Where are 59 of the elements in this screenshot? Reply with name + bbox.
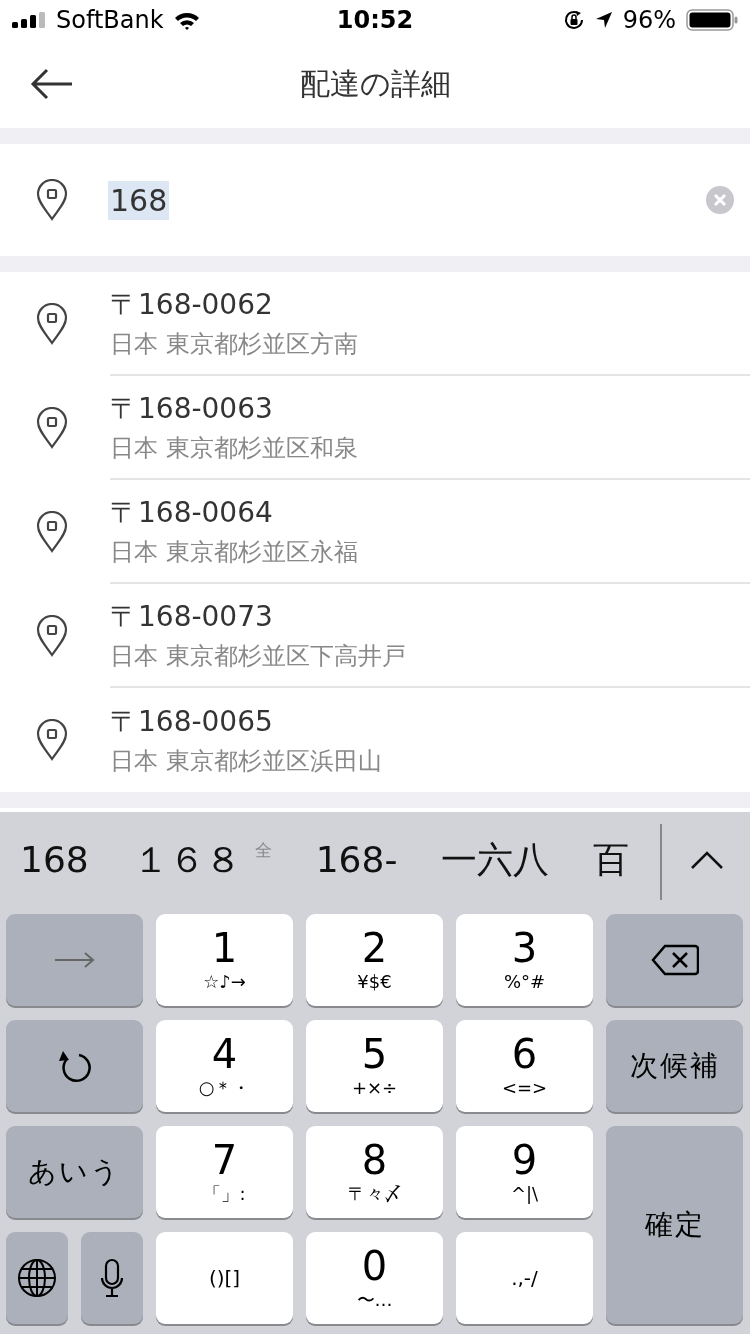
address-suggestion[interactable]: 〒168-0062 日本 東京都杉並区方南 <box>0 272 750 376</box>
location-pin-icon <box>36 303 68 345</box>
address-suggestion[interactable]: 〒168-0065 日本 東京都杉並区浜田山 <box>0 688 750 792</box>
address-suggestion[interactable]: 〒168-0073 日本 東京都杉並区下高井戸 <box>0 584 750 688</box>
digit-key[interactable]: 2 ¥$€ <box>306 914 443 1006</box>
address-text: 日本 東京都杉並区永福 <box>110 537 359 568</box>
address-suggestion[interactable]: 〒168-0064 日本 東京都杉並区永福 <box>0 480 750 584</box>
right-arrow-icon <box>52 950 97 970</box>
wifi-icon <box>173 10 200 30</box>
digit-key[interactable]: 7 「」: <box>156 1126 293 1218</box>
symbol-key[interactable]: ()[] <box>156 1232 293 1324</box>
symbol-key[interactable]: .,-/ <box>456 1232 593 1324</box>
candidate-word[interactable]: １６８ $^{全}$ <box>132 838 272 882</box>
digit-key[interactable]: 9 ^|\ <box>456 1126 593 1218</box>
function-key[interactable]: 次候補 <box>606 1020 743 1112</box>
chevron-up-icon[interactable] <box>690 850 724 870</box>
page-title: 配達の詳細 <box>299 64 451 103</box>
location-pin-icon <box>36 615 68 657</box>
postal-code: 〒168-0063 <box>110 391 274 427</box>
digit-key[interactable]: 1 ☆♪→ <box>156 914 293 1006</box>
location-pin-icon <box>36 719 68 761</box>
address-suggestion[interactable]: 〒168-0063 日本 東京都杉並区和泉 <box>0 376 750 480</box>
digit-key[interactable]: 5 +×÷ <box>306 1020 443 1112</box>
digit-key[interactable]: 8 〒々〆 <box>306 1126 443 1218</box>
candidate-word[interactable]: 168- <box>315 838 398 882</box>
address-text: 日本 東京都杉並区方南 <box>110 329 359 360</box>
backspace-icon <box>650 944 699 976</box>
signal-icon <box>12 12 46 28</box>
digit-key[interactable]: 3 %°# <box>456 914 593 1006</box>
location-pin-icon <box>36 511 68 553</box>
postal-code: 〒168-0064 <box>110 495 274 531</box>
candidate-word[interactable]: 一六八 <box>441 838 550 882</box>
candidate-word[interactable]: 168 <box>20 838 89 882</box>
function-key[interactable]: あいう <box>6 1126 143 1218</box>
digit-key[interactable]: 0 〜… <box>306 1232 443 1324</box>
confirm-key[interactable]: 確定 <box>606 1126 743 1324</box>
microphone-key[interactable] <box>81 1232 143 1324</box>
rotation-lock-icon <box>562 9 585 31</box>
back-arrow-icon[interactable] <box>30 68 74 100</box>
battery-percent: 96% <box>622 6 676 34</box>
battery-icon <box>686 9 738 31</box>
microphone-icon <box>100 1258 124 1298</box>
candidate-word[interactable]: 百 <box>593 838 630 882</box>
globe-key[interactable] <box>6 1232 68 1324</box>
globe-icon <box>17 1258 57 1298</box>
digit-key[interactable]: 6 <=> <box>456 1020 593 1112</box>
location-pin-icon <box>36 179 68 221</box>
postal-code: 〒168-0065 <box>110 704 274 740</box>
address-text: 日本 東京都杉並区和泉 <box>110 433 359 464</box>
postal-code: 〒168-0073 <box>110 599 274 635</box>
postal-code: 〒168-0062 <box>110 287 274 323</box>
digit-key[interactable]: 4 ○＊・ <box>156 1020 293 1112</box>
backspace-key[interactable] <box>606 914 743 1006</box>
clock-time: 10:52 <box>336 6 414 34</box>
carrier-name: SoftBank <box>56 6 164 34</box>
address-text: 日本 東京都杉並区下高井戸 <box>110 641 407 672</box>
address-text: 日本 東京都杉並区浜田山 <box>110 746 383 777</box>
location-pin-icon <box>36 407 68 449</box>
location-arrow-icon <box>594 11 613 29</box>
